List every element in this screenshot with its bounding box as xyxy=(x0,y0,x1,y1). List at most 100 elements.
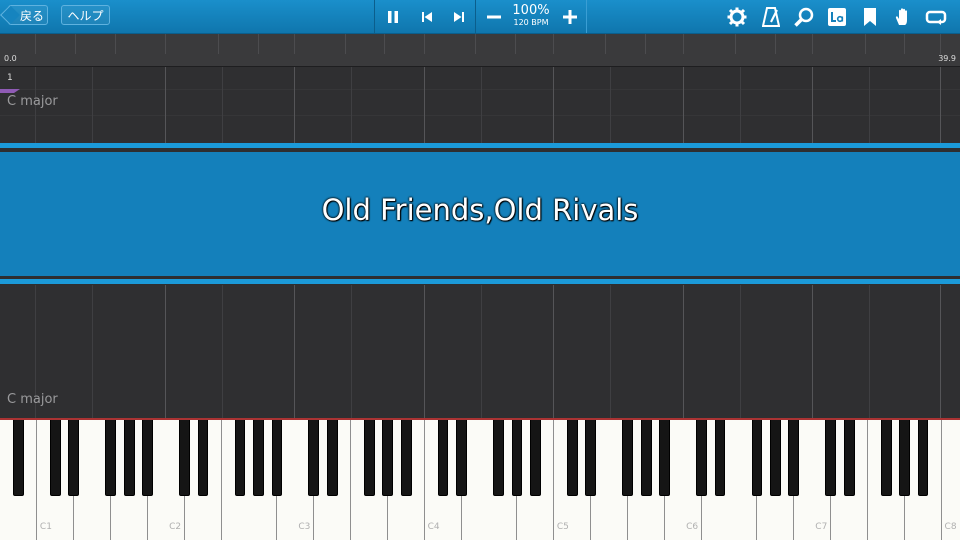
measure-line xyxy=(812,67,813,143)
measure-line xyxy=(940,285,941,418)
black-key[interactable] xyxy=(179,420,190,496)
lane-gridline xyxy=(92,67,93,143)
lane-gridline xyxy=(869,67,870,143)
lane-gridline xyxy=(481,67,482,143)
measure-number: 1 xyxy=(7,73,13,83)
black-key[interactable] xyxy=(382,420,394,496)
bookmark-icon[interactable] xyxy=(854,0,886,33)
plus-icon[interactable] xyxy=(554,0,586,33)
measure-line xyxy=(294,67,295,143)
note-lane-bottom[interactable] xyxy=(0,285,960,418)
black-key[interactable] xyxy=(123,420,135,496)
octave-label: C5 xyxy=(556,522,569,532)
ruler-tick xyxy=(553,34,554,54)
black-key[interactable] xyxy=(622,420,634,496)
skip-back-icon[interactable] xyxy=(411,0,443,33)
ruler-tick xyxy=(515,34,516,54)
octave-label: C1 xyxy=(39,522,52,532)
lane-gridline xyxy=(481,285,482,418)
black-key[interactable] xyxy=(363,420,375,496)
octave-label: C6 xyxy=(686,522,699,532)
ruler-tick xyxy=(605,34,606,54)
black-key[interactable] xyxy=(788,420,800,496)
title-band: Old Friends,Old Rivals xyxy=(0,143,960,284)
tempo-bpm: 120 BPM xyxy=(513,18,549,27)
title-band-stripe xyxy=(0,279,960,284)
black-key[interactable] xyxy=(899,420,910,496)
black-key[interactable] xyxy=(308,420,320,496)
piano-keyboard[interactable]: C1 C2 C3 C4 C5 C6 C7 C8 xyxy=(0,418,960,540)
ruler-tick xyxy=(115,34,116,54)
black-key[interactable] xyxy=(493,420,504,496)
ruler-end-label: 39.9 xyxy=(938,54,956,63)
ruler-tick xyxy=(165,34,166,54)
octave-label: C8 xyxy=(944,522,957,532)
black-key[interactable] xyxy=(917,420,929,496)
black-key[interactable] xyxy=(400,420,412,496)
black-key[interactable] xyxy=(68,420,80,496)
lane-gridline xyxy=(351,285,352,418)
gear-icon[interactable] xyxy=(721,0,753,33)
black-key[interactable] xyxy=(326,420,338,496)
ruler-tick xyxy=(384,34,385,54)
measure-line xyxy=(424,67,425,143)
hand-icon[interactable] xyxy=(887,0,919,33)
black-key[interactable] xyxy=(843,420,855,496)
loop-icon[interactable] xyxy=(920,0,952,33)
black-key[interactable] xyxy=(142,420,154,496)
help-button[interactable]: ヘルプ xyxy=(61,5,110,25)
black-key[interactable] xyxy=(751,420,763,496)
black-key[interactable] xyxy=(825,420,837,496)
black-key[interactable] xyxy=(234,420,246,496)
pause-icon[interactable] xyxy=(377,0,409,33)
back-button[interactable]: 戻る xyxy=(8,5,48,25)
time-ruler[interactable]: 0.0 39.9 xyxy=(0,34,960,67)
ruler-tick xyxy=(645,34,646,54)
black-key[interactable] xyxy=(105,420,117,496)
black-key[interactable] xyxy=(640,420,652,496)
measure-line xyxy=(683,285,684,418)
black-key[interactable] xyxy=(530,420,541,496)
key-signature-top: C major xyxy=(7,94,58,109)
octave-label: C2 xyxy=(169,522,182,532)
lane-gridline xyxy=(351,67,352,143)
black-key[interactable] xyxy=(566,420,578,496)
black-key[interactable] xyxy=(714,420,726,496)
black-key[interactable] xyxy=(880,420,892,496)
black-key[interactable] xyxy=(770,420,781,496)
ruler-tick xyxy=(812,34,813,54)
measure-line xyxy=(553,285,554,418)
speed-percent: 100% xyxy=(512,3,550,18)
black-key[interactable] xyxy=(50,420,61,496)
magnifier-icon[interactable] xyxy=(788,0,820,33)
minus-icon[interactable] xyxy=(478,0,510,33)
ruler-tick xyxy=(865,34,866,54)
metronome-icon[interactable] xyxy=(755,0,787,33)
black-key[interactable] xyxy=(197,420,209,496)
black-key[interactable] xyxy=(13,420,24,496)
measure-line xyxy=(165,67,166,143)
black-key[interactable] xyxy=(271,420,283,496)
black-key[interactable] xyxy=(437,420,449,496)
note-lane-top[interactable] xyxy=(0,67,960,143)
black-key[interactable] xyxy=(253,420,264,496)
ruler-tick xyxy=(475,34,476,54)
lyrics-icon[interactable] xyxy=(821,0,853,33)
lane-gridline xyxy=(740,67,741,143)
black-key[interactable] xyxy=(696,420,707,496)
octave-label: C7 xyxy=(815,522,828,532)
transport-controls xyxy=(374,0,476,33)
black-key[interactable] xyxy=(511,420,523,496)
black-key[interactable] xyxy=(659,420,670,496)
black-key[interactable] xyxy=(456,420,467,496)
lane-gridline xyxy=(610,67,611,143)
ruler-tick xyxy=(294,34,295,54)
measure-line xyxy=(553,67,554,143)
black-key[interactable] xyxy=(585,420,597,496)
ruler-tick xyxy=(35,34,36,54)
ruler-tick xyxy=(904,34,905,54)
ruler-tick xyxy=(683,34,684,54)
measure-line xyxy=(940,67,941,143)
octave-label: C4 xyxy=(427,522,440,532)
skip-forward-icon[interactable] xyxy=(443,0,475,33)
